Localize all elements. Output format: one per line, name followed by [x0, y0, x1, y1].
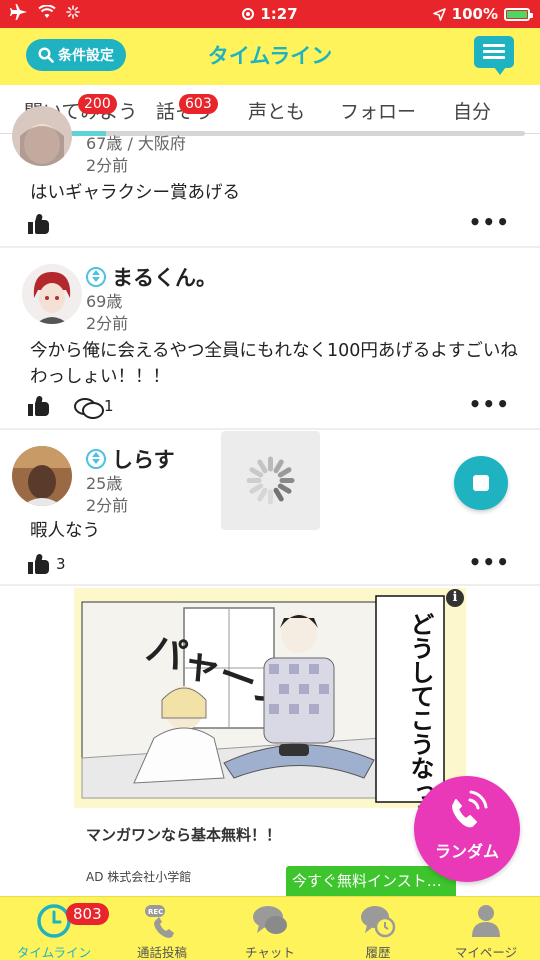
- avatar-image: [12, 106, 72, 166]
- manga-illustration: パャーン どうしてこうなった——: [74, 588, 466, 808]
- nav-label: 履歴: [365, 945, 391, 960]
- random-call-label: ランダム: [434, 842, 499, 861]
- timeline-post[interactable]: 67歳 / 大阪府 2分前 はいギャラクシー賞あげる •••: [0, 106, 540, 248]
- tab-ask-badge: 200: [78, 94, 117, 114]
- ad-title[interactable]: マンガワンなら基本無料！！: [86, 824, 281, 845]
- comment-icon[interactable]: [74, 397, 104, 419]
- person-icon: [472, 905, 500, 937]
- battery-icon: [504, 7, 533, 21]
- like-icon[interactable]: [28, 553, 50, 574]
- chat-bubbles-icon: [253, 906, 287, 934]
- post-time: 2分前: [86, 156, 129, 175]
- post-time: 2分前: [86, 314, 129, 333]
- post-body: はいギャラクシー賞あげる: [30, 183, 240, 203]
- tab-voice-friends[interactable]: 声とも: [248, 97, 305, 124]
- user-age-location: 67歳 / 大阪府: [86, 134, 186, 153]
- screen-record-icon: [242, 8, 255, 20]
- page-title: タイムライン: [207, 44, 333, 68]
- like-count: 3: [56, 555, 66, 573]
- rec-phone-icon: REC: [145, 905, 174, 938]
- nav-timeline[interactable]: 803 タイムライン: [0, 897, 109, 960]
- post-actions: [28, 213, 50, 234]
- menu-icon: [483, 44, 505, 47]
- nav-timeline-badge: 803: [66, 903, 109, 925]
- user-age: 69歳: [86, 292, 123, 311]
- tab-self[interactable]: 自分: [453, 97, 491, 124]
- status-bar: 1:27 100%: [0, 0, 540, 28]
- avatar-image: [12, 446, 72, 506]
- app-header: 条件設定 タイムライン: [0, 28, 540, 85]
- loading-spinner-icon: [246, 456, 295, 505]
- bottom-navigation: 803 タイムライン REC 通話投稿 チャット 履歴 マイページ: [0, 896, 540, 960]
- post-actions: 3: [28, 553, 66, 574]
- post-body: 今から俺に会えるやつ全員にもれなく100円あげるよすごいねわっしょい！！！: [30, 341, 518, 387]
- nav-label: マイページ: [454, 945, 518, 960]
- nav-mypage[interactable]: マイページ: [432, 897, 540, 960]
- ad-banner-image[interactable]: パャーン どうしてこうなった——: [74, 588, 466, 808]
- nav-call-post[interactable]: REC 通話投稿: [108, 897, 216, 960]
- gender-male-icon: [86, 449, 106, 469]
- nav-history[interactable]: 履歴: [324, 897, 432, 960]
- post-time: 2分前: [86, 496, 129, 515]
- timeline-post[interactable]: まるくん。 69歳 2分前 今から俺に会えるやつ全員にもれなく100円あげるよす…: [0, 248, 540, 430]
- user-avatar[interactable]: [12, 106, 72, 166]
- like-icon[interactable]: [28, 395, 50, 416]
- more-options-icon[interactable]: •••: [469, 392, 510, 416]
- svg-text:REC: REC: [148, 908, 163, 916]
- avatar-image: [22, 264, 82, 324]
- user-avatar[interactable]: [12, 446, 72, 506]
- stop-playback-button[interactable]: [454, 456, 508, 510]
- nav-label: 通話投稿: [136, 945, 187, 960]
- user-avatar[interactable]: [22, 264, 82, 324]
- nav-label: チャット: [245, 945, 295, 960]
- user-name[interactable]: まるくん。: [112, 262, 217, 292]
- nav-chat[interactable]: チャット: [216, 897, 324, 960]
- post-actions: 1: [28, 395, 114, 419]
- menu-button[interactable]: [474, 36, 514, 75]
- tab-bar: 聞いてみよう 200 話そう 603 声とも フォロー 自分: [0, 85, 540, 134]
- more-options-icon[interactable]: •••: [469, 550, 510, 574]
- tab-talk-badge: 603: [179, 94, 218, 114]
- random-call-button[interactable]: ランダム: [414, 776, 520, 882]
- user-age: 25歳: [86, 474, 123, 493]
- like-icon[interactable]: [28, 213, 50, 234]
- comment-count: 1: [104, 397, 114, 415]
- ad-sponsor: AD 株式会社小学館: [86, 870, 192, 884]
- gender-male-icon: [86, 267, 106, 287]
- location-arrow-icon: [432, 7, 446, 21]
- menu-icon-bar: [483, 50, 505, 53]
- phone-icon: [452, 790, 488, 828]
- more-options-icon[interactable]: •••: [469, 210, 510, 234]
- tab-follow[interactable]: フォロー: [340, 97, 416, 124]
- ad-install-button[interactable]: 今すぐ無料インスト…: [286, 866, 456, 896]
- history-icon: [361, 906, 396, 938]
- ad-info-icon[interactable]: i: [446, 589, 464, 607]
- loading-overlay: [221, 431, 320, 530]
- battery-percent: 100%: [451, 5, 498, 23]
- menu-icon-bar: [483, 56, 505, 59]
- nav-label: タイムライン: [16, 945, 92, 960]
- status-time: 1:27: [260, 5, 298, 23]
